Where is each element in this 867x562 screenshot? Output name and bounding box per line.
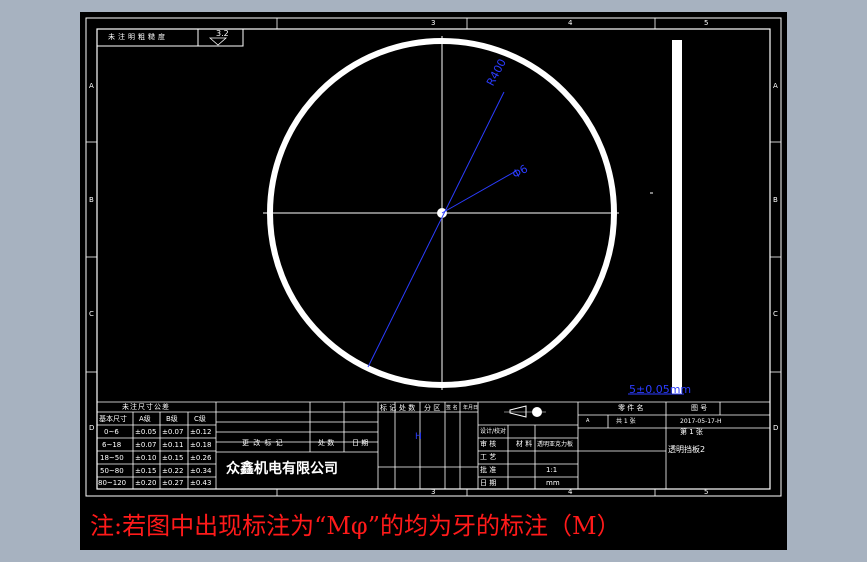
- row-label: C: [89, 310, 94, 318]
- tolerance-cell: ±0.07: [162, 428, 184, 436]
- tolerance-cell: ±0.26: [190, 454, 212, 462]
- revision-label: 日 期: [352, 439, 369, 447]
- scale-value: 1:1: [546, 466, 558, 474]
- revision-label: 处 数: [318, 439, 335, 447]
- sheet-label: 共 1 张: [616, 418, 636, 425]
- part-name: 透明挡板2: [668, 445, 706, 454]
- version: A: [586, 418, 590, 424]
- role-label: 设计/校对: [480, 428, 507, 435]
- roughness-label: 未注明粗糙度: [108, 33, 168, 41]
- tolerance-cell: ±0.11: [162, 441, 184, 449]
- tolerance-cell: ±0.27: [162, 479, 184, 487]
- role-label: 日 期: [480, 479, 497, 487]
- tolerance-cell: ±0.10: [135, 454, 157, 462]
- side-view-plate: [672, 40, 682, 394]
- tolerance-header: 基本尺寸: [99, 415, 127, 423]
- stage-label: 处 数: [399, 404, 416, 412]
- roughness-symbol-icon: [208, 37, 228, 46]
- part-name-label: 零 件 名: [618, 404, 644, 412]
- column-label: 4: [568, 488, 573, 496]
- stage-mark: H: [415, 432, 422, 442]
- column-label: 5: [704, 19, 709, 27]
- tolerance-title: 未注尺寸公差: [122, 403, 170, 411]
- tolerance-cell: ±0.22: [162, 467, 184, 475]
- row-label: D: [89, 424, 95, 432]
- role-label: 工 艺: [480, 453, 497, 461]
- roughness-value: 3.2: [216, 29, 229, 38]
- hole-dimension-line: [441, 170, 517, 214]
- tolerance-header: B级: [166, 415, 178, 423]
- row-label: B: [89, 196, 94, 204]
- radius-dimension-line: [367, 91, 505, 368]
- tolerance-cell: ±0.34: [190, 467, 212, 475]
- stage-label: 标 记: [380, 404, 397, 412]
- tolerance-cell: ±0.43: [190, 479, 212, 487]
- unit-value: mm: [546, 479, 560, 487]
- tolerance-cell: ±0.07: [135, 441, 157, 449]
- column-label: 4: [568, 19, 573, 27]
- company-name: 众鑫机电有限公司: [226, 461, 338, 477]
- revision-label: 更 改 标 记: [242, 439, 284, 447]
- drawing-no-label: 图 号: [691, 404, 708, 412]
- tolerance-cell: 18~50: [100, 454, 124, 462]
- row-label: A: [89, 82, 94, 90]
- row-label: A: [773, 82, 778, 90]
- tolerance-cell: 6~18: [102, 441, 122, 449]
- tolerance-cell: ±0.20: [135, 479, 157, 487]
- stage-label: 签 名: [446, 405, 458, 411]
- role-label: 审 核: [480, 440, 497, 448]
- drawing-no: 2017-05-17-H: [680, 418, 722, 425]
- row-label: B: [773, 196, 778, 204]
- stage-label: 分 区: [424, 404, 441, 412]
- tolerance-cell: 80~120: [98, 479, 127, 487]
- role-label: 批 准: [480, 466, 497, 474]
- tolerance-cell: ±0.12: [190, 428, 212, 436]
- column-label: 5: [704, 488, 709, 496]
- material-value: 透明亚克力板: [537, 441, 574, 448]
- tolerance-cell: 50~80: [100, 467, 124, 475]
- tolerance-header: A级: [139, 415, 151, 423]
- tolerance-cell: ±0.15: [162, 454, 184, 462]
- tolerance-cell: 0~6: [104, 428, 119, 436]
- column-label: 3: [431, 19, 436, 27]
- tolerance-header: C级: [194, 415, 206, 423]
- row-label: D: [773, 424, 779, 432]
- drawing-sheet: 3 4 5 3 4 5 A B C D A B C D 未注明粗糙度 3.2 R…: [80, 12, 787, 550]
- thread-note: 注:若图中出现标注为“Mφ”的均为牙的标注（M）: [90, 512, 621, 540]
- stage-label: 年月日: [463, 405, 479, 411]
- row-label: C: [773, 310, 778, 318]
- thickness-label: 5±0.05mm: [629, 383, 692, 396]
- tolerance-cell: ±0.15: [135, 467, 157, 475]
- column-label: 3: [431, 488, 436, 496]
- tolerance-cell: ±0.18: [190, 441, 212, 449]
- material-label: 材 料: [516, 440, 533, 448]
- sheet-index: 第 1 张: [680, 428, 703, 436]
- tolerance-cell: ±0.05: [135, 428, 157, 436]
- projection-cone-icon: [509, 405, 527, 418]
